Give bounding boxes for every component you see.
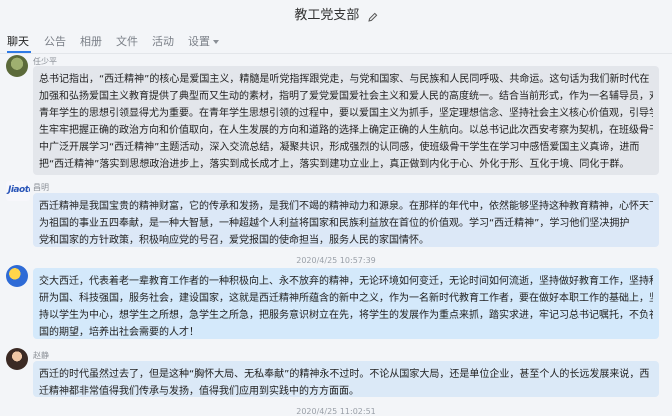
window-title: 教工党支部 [294,8,360,23]
message-line: 西迁的时代虽然过去了，但是这种“胸怀大局、无私奉献”的精神永不过时。不论从国家大… [39,369,650,380]
title-bar: 教工党支部 [0,0,672,26]
chevron-down-icon [213,40,219,44]
avatar[interactable] [6,348,28,370]
message-line: 交大西迁，代表着老一辈教育工作者的一种积极向上、永不放弃的精神，无论环境如何变迁… [39,276,653,287]
message-timestamp: 2020/4/25 10:57:39 [296,256,376,265]
avatar[interactable]: Jiaotong [6,181,30,201]
tab-files[interactable]: 文件 [116,33,138,49]
sender-name: 赵静 [33,351,49,360]
edit-icon[interactable] [367,11,378,22]
message-bubble: 总书记指出，“西迁精神”的核心是爱国主义，精髓是听党指挥跟党走，与党和国家、与民… [33,66,659,175]
tab-announcement[interactable]: 公告 [44,33,66,49]
message-timestamp: 2020/4/25 11:02:51 [296,407,376,416]
tab-chat[interactable]: 聊天 [7,33,29,49]
message-line: 持以学生为中心，想学生之所想，急学生之所急，把服务意识树立在先，将学生的发展作为… [39,310,653,321]
message-line: 党和国家的方针政策，积极响应党的号召，爱党报国的使命担当，服务人民的家国情怀。 [39,235,429,246]
message-line: 迁精神都非常值得我们传承与发扬，值得我们应用到实践中的方方面面。 [39,386,359,397]
message-line: 为祖国的事业五四奉献，是一种大智慧，一种超越个人利益将国家和民族利益放在首位的价… [39,218,630,229]
message-line: 研为国、科技强国，服务社会，建设国家，这就是西迁精神所蕴含的新中之义，作为一名新… [39,293,653,304]
tab-activity[interactable]: 活动 [152,33,174,49]
sender-name: 昌明 [33,183,49,192]
window-title-wrap: 教工党支部 [0,4,672,23]
tab-album[interactable]: 相册 [80,33,102,49]
message-line: 生牢牢把握正确的政治方向和价值取向，在人生发展的方向和道路的选择上确定正确的人生… [39,125,653,136]
message-bubble: 西迁精神是我国宝贵的精神财富，它的传承和发扬，是我们不竭的精神动力和源泉。在那样… [33,193,659,247]
avatar[interactable] [6,55,28,77]
message-line: 国的期望，培养出社会需要的人才！ [39,327,199,338]
tab-bar: 聊天 公告 相册 文件 活动 设置 [0,28,672,54]
message-bubble: 交大西迁，代表着老一辈教育工作者的一种积极向上、永不放弃的精神，无论环境如何变迁… [33,268,659,339]
tab-settings-label: 设置 [188,35,210,48]
message-line: 青年学生的思想引领显得尤为重要。在青年学生思想引领的过程中，要以爱国主义为抓手，… [39,108,653,119]
message-line: 中广泛开展学习“西迁精神”主题活动，深入交流总结，凝聚共识，形成强烈的认同感，使… [39,142,640,153]
message-line: 总书记指出，“西迁精神”的核心是爱国主义，精髓是听党指挥跟党走，与党和国家、与民… [39,74,650,85]
message-line: 西迁精神是我国宝贵的精神财富，它的传承和发扬，是我们不竭的精神动力和源泉。在那样… [39,201,653,212]
message-bubble: 西迁的时代虽然过去了，但是这种“胸怀大局、无私奉献”的精神永不过时。不论从国家大… [33,361,659,397]
tab-settings[interactable]: 设置 [188,33,219,49]
message-line: 把“西迁精神”落实到思想政治进步上，落实到成长成才上，落实到建功立业上，真正做到… [39,159,630,170]
avatar-logo: Jiaotong [8,185,30,195]
avatar[interactable] [6,265,28,287]
message-line: 加强和弘扬爱国主义教育提供了典型而又生动的素材，指明了爱党爱国爱社会主义和爱人民… [39,91,653,102]
active-tab-indicator [7,51,31,53]
